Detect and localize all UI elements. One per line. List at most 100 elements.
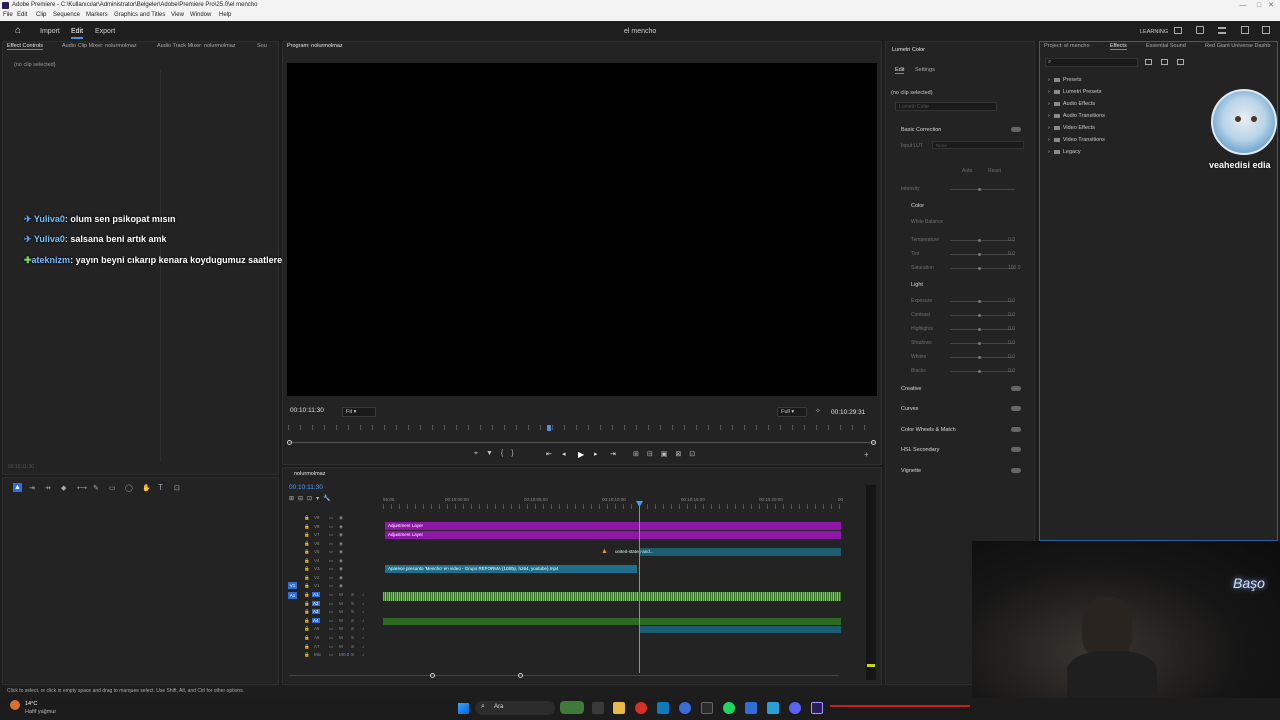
solo-icon[interactable]: S — [351, 592, 354, 597]
lock-icon[interactable]: 🔒 — [304, 644, 310, 650]
menu-window[interactable]: Window — [190, 12, 211, 18]
effects-item-audio-transitions[interactable]: › Audio Transitions — [1048, 113, 1105, 119]
toggle-basic[interactable] — [1011, 127, 1021, 132]
32bit-effects-icon[interactable] — [1161, 59, 1168, 65]
mic-icon[interactable]: ♪ — [362, 618, 364, 623]
section-color-wheels[interactable]: Color Wheels & Match — [901, 427, 956, 433]
menu-markers[interactable]: Markers — [86, 12, 108, 18]
track-select-icon[interactable]: ⇥ — [29, 484, 35, 492]
lock-icon[interactable]: 🔒 — [304, 601, 310, 607]
sync-icon[interactable]: ▭ — [329, 549, 333, 555]
sync-icon[interactable]: ▭ — [329, 566, 333, 572]
section-light[interactable]: Light — [911, 282, 923, 288]
video-track-header[interactable]: 🔒 V7 ▭ ◉ — [301, 532, 376, 540]
ripple-edit-icon[interactable]: ⇸ — [45, 484, 51, 492]
contrast-slider[interactable] — [950, 314, 1015, 317]
video-track-header[interactable]: 🔒 V6 ▭ ◉ — [301, 541, 376, 549]
audio-waveform-a1[interactable] — [383, 592, 841, 601]
timeline-ruler[interactable] — [383, 504, 843, 509]
audio-track-header[interactable]: 🔒 A3 ▭ M S ♪ — [301, 609, 376, 617]
solo-icon[interactable]: S — [351, 626, 354, 631]
solo-icon[interactable]: S — [351, 609, 354, 614]
eye-icon[interactable]: ◉ — [339, 566, 343, 572]
lock-icon[interactable]: 🔒 — [304, 524, 310, 530]
sync-icon[interactable]: ▭ — [329, 644, 333, 650]
nav-import[interactable]: Import — [40, 28, 60, 35]
audio-track-header[interactable]: 🔒 A7 ▭ M S ♪ — [301, 644, 376, 652]
solo-icon[interactable]: S — [351, 618, 354, 623]
task-view-icon[interactable] — [592, 702, 604, 714]
video-track-header[interactable]: 🔒 V3 ▭ ◉ — [301, 566, 376, 574]
timeline-tool-icons[interactable]: ⊞⊟⊡▾🔧 — [289, 495, 344, 504]
effects-item-audio-effects[interactable]: › Audio Effects — [1048, 101, 1095, 107]
eye-icon[interactable]: ◉ — [339, 558, 343, 564]
menu-sequence[interactable]: Sequence — [53, 12, 80, 18]
settings-wrench-icon[interactable]: ✧ — [815, 407, 821, 415]
section-hsl[interactable]: HSL Secondary — [901, 447, 939, 453]
program-ruler[interactable] — [288, 425, 875, 430]
mic-icon[interactable]: ♪ — [362, 652, 364, 657]
menu-file[interactable]: File — [3, 12, 13, 18]
fullscreen-icon[interactable] — [1241, 26, 1249, 34]
sync-icon[interactable]: ▭ — [329, 515, 333, 521]
lock-icon[interactable]: 🔒 — [304, 549, 310, 555]
timeline-scrollbar[interactable] — [289, 675, 839, 676]
accelerated-effects-icon[interactable] — [1145, 59, 1152, 65]
mute-icon[interactable]: M — [339, 626, 343, 631]
sync-icon[interactable]: ▭ — [329, 592, 333, 598]
scroll-handle-left[interactable] — [430, 673, 435, 678]
sync-icon[interactable]: ▭ — [329, 583, 333, 589]
edge-icon[interactable] — [657, 702, 669, 714]
input-lut-dropdown[interactable]: None — [932, 141, 1024, 149]
section-creative[interactable]: Creative — [901, 386, 921, 392]
toggle-curves[interactable] — [1011, 406, 1021, 411]
video-track-header[interactable]: 🔒 V5 ▭ ◉ — [301, 549, 376, 557]
go-to-in-icon[interactable]: ⇤ — [546, 450, 552, 458]
audio-track-header[interactable]: 🔒 Mix ▭ M S ♪ — [301, 652, 376, 660]
ellipse-icon[interactable]: ◯ — [125, 484, 133, 492]
video-track-header[interactable]: 🔒 V8 ▭ ◉ — [301, 524, 376, 532]
section-basic-correction[interactable]: Basic Correction — [901, 127, 941, 133]
edit-controls[interactable]: ⊞⊟▣⊠⊡ — [633, 450, 703, 458]
menu-clip[interactable]: Clip — [36, 12, 46, 18]
tab-lumetri-color[interactable]: Lumetri Color — [892, 47, 925, 53]
audio-track-header[interactable]: 🔒 A5 ▭ M S ♪ — [301, 626, 376, 634]
section-vignette[interactable]: Vignette — [901, 468, 921, 474]
sync-icon[interactable]: ▭ — [329, 558, 333, 564]
tab-source[interactable]: Sou — [257, 43, 267, 49]
mute-icon[interactable]: M — [339, 592, 343, 597]
menu-view[interactable]: View — [171, 12, 184, 18]
timeline-timecode[interactable]: 00:10:11:30 — [289, 484, 323, 491]
premiere-taskbar-icon[interactable] — [811, 702, 823, 714]
sync-icon[interactable]: ▭ — [329, 652, 333, 658]
blacks-slider[interactable] — [950, 370, 1015, 373]
play-button[interactable]: ▶ — [578, 450, 584, 459]
audio-track-header[interactable]: 🔒 A6 ▭ M S ♪ — [301, 635, 376, 643]
tint-slider[interactable] — [950, 253, 1015, 256]
sync-icon[interactable]: ▭ — [329, 532, 333, 538]
selection-tool-icon[interactable]: ▲ — [13, 483, 22, 492]
telegram-icon[interactable] — [767, 702, 779, 714]
adjustment-layer-clip[interactable]: Adjustment Layer — [385, 522, 841, 530]
temperature-slider[interactable] — [950, 239, 1015, 242]
toggle-creative[interactable] — [1011, 386, 1021, 391]
saturation-value[interactable]: 100.0 — [1008, 265, 1021, 271]
yuv-effects-icon[interactable] — [1177, 59, 1184, 65]
sync-icon[interactable]: ▭ — [329, 618, 333, 624]
tab-red-giant[interactable]: Red Giant Universe Dashb — [1205, 43, 1270, 49]
step-back-icon[interactable]: ◂ — [562, 450, 566, 458]
lock-icon[interactable]: 🔒 — [304, 626, 310, 632]
weather-temp[interactable]: 14°C — [25, 701, 37, 707]
program-video-frame[interactable] — [287, 63, 877, 396]
menu-icon[interactable] — [1218, 27, 1226, 34]
taskbar-widget-icon[interactable] — [560, 701, 584, 714]
eye-icon[interactable]: ◉ — [339, 541, 343, 547]
shadows-value[interactable]: 0.0 — [1008, 340, 1015, 346]
weather-desc[interactable]: Hafif yağmur — [25, 709, 56, 715]
slip-icon[interactable]: ⟷ — [77, 484, 87, 492]
learning-link[interactable]: LEARNING — [1140, 29, 1168, 35]
tab-effect-controls[interactable]: Effect Controls — [7, 43, 43, 50]
source-patch-a1[interactable]: A1 — [288, 592, 297, 599]
intensity-slider[interactable] — [950, 188, 1015, 191]
solo-icon[interactable]: S — [351, 652, 354, 657]
